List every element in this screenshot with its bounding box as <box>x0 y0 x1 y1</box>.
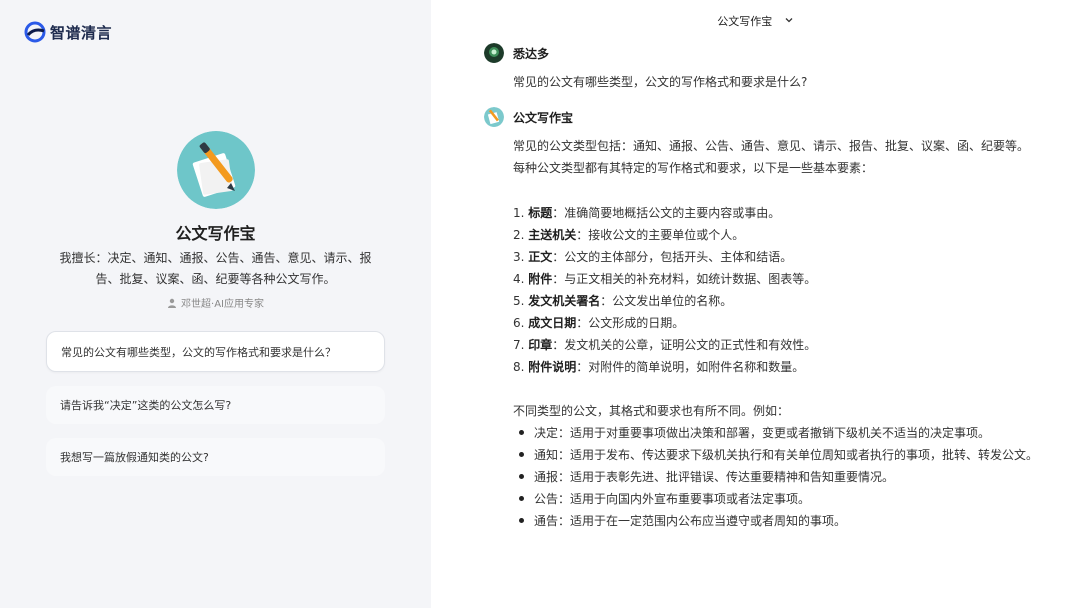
brand-name: 智谱清言 <box>50 23 113 42</box>
bullet-icon <box>519 452 524 457</box>
bot-intro: 每种公文类型都有其特定的写作格式和要求，以下是一些基本要素： <box>513 161 874 175</box>
bullet-icon <box>519 496 524 501</box>
pen-icon <box>484 107 504 127</box>
zhipu-logo-icon <box>24 21 46 43</box>
agent-description-line: 告、批复、议案、函、纪要等各种公文写作。 <box>95 272 336 286</box>
bot-diff-intro: 不同类型的公文，其格式和要求也有所不同。例如： <box>513 404 790 418</box>
element-item: 6. 成文日期：公文形成的日期。 <box>513 316 685 330</box>
type-item: 通报：适用于表彰先进、批评错误、传达重要精神和告知重要情况。 <box>519 468 894 485</box>
chat-panel: 公文写作宝 悉达多 常见的公文有哪些类型，公文的写作格式和要求是什么? 公文写作… <box>431 0 1080 608</box>
agent-switcher-title: 公文写作宝 <box>717 15 773 28</box>
agent-description-line: 我擅长：决定、通知、通报、公告、通告、意见、请示、报 <box>59 251 372 265</box>
suggestion-item[interactable]: 我想写一篇放假通知类的公文? <box>46 438 385 476</box>
user-avatar-icon <box>484 43 504 63</box>
bullet-icon <box>519 474 524 479</box>
element-item: 1. 标题：准确简要地概括公文的主要内容或事由。 <box>513 206 781 220</box>
bot-name: 公文写作宝 <box>513 111 574 125</box>
agent-description: 我擅长：决定、通知、通报、公告、通告、意见、请示、报 告、批复、议案、函、纪要等… <box>54 248 377 290</box>
agent-panel: 智谱清言 公文写作宝 我擅长：决定、通知、通报、公告、通告、意见、请示、报 告、… <box>0 0 431 608</box>
type-item: 公告：适用于向国内外宣布重要事项或者法定事项。 <box>519 490 810 507</box>
user-message: 常见的公文有哪些类型，公文的写作格式和要求是什么? <box>513 75 808 89</box>
bot-avatar <box>484 107 504 127</box>
agent-author: 邓世超·AI应用专家 <box>0 295 431 310</box>
type-item: 通告：适用于在一定范围内公布应当遵守或者周知的事项。 <box>519 512 846 529</box>
bot-intro: 常见的公文类型包括：通知、通报、公告、通告、意见、请示、报告、批复、议案、函、纪… <box>513 139 1030 153</box>
type-item: 决定：适用于对重要事项做出决策和部署，变更或者撤销下级机关不适当的决定事项。 <box>519 424 990 441</box>
user-avatar <box>484 43 504 63</box>
bullet-icon <box>519 430 524 435</box>
suggestion-text: 请告诉我“决定”这类的公文怎么写? <box>60 399 232 412</box>
element-item: 7. 印章：发文机关的公章，证明公文的正式性和有效性。 <box>513 338 817 352</box>
element-item: 5. 发文机关署名：公文发出单位的名称。 <box>513 294 733 308</box>
suggestion-text: 我想写一篇放假通知类的公文? <box>60 451 209 464</box>
author-name: 邓世超·AI应用专家 <box>181 299 264 310</box>
element-item: 4. 附件：与正文相关的补充材料，如统计数据、图表等。 <box>513 272 817 286</box>
element-item: 2. 主送机关：接收公文的主要单位或个人。 <box>513 228 745 242</box>
suggestion-item[interactable]: 请告诉我“决定”这类的公文怎么写? <box>46 386 385 424</box>
suggestion-text: 常见的公文有哪些类型，公文的写作格式和要求是什么？ <box>61 345 336 359</box>
agent-name: 公文写作宝 <box>175 224 256 243</box>
chevron-down-icon <box>785 18 793 23</box>
user-name: 悉达多 <box>513 47 550 61</box>
type-item: 通知：适用于发布、传达要求下级机关执行和有关单位周知或者执行的事项，批转、转发公… <box>519 446 1038 463</box>
suggestion-item[interactable]: 常见的公文有哪些类型，公文的写作格式和要求是什么？ <box>46 331 385 372</box>
element-item: 3. 正文：公文的主体部分，包括开头、主体和结语。 <box>513 250 793 264</box>
agent-avatar <box>177 131 255 209</box>
element-item: 8. 附件说明：对附件的简单说明，如附件名称和数量。 <box>513 360 805 374</box>
agent-switcher[interactable]: 公文写作宝 <box>431 13 1080 29</box>
pen-paper-icon <box>177 131 255 209</box>
bullet-icon <box>519 518 524 523</box>
brand-logo[interactable]: 智谱清言 <box>24 21 112 43</box>
user-icon <box>168 298 177 308</box>
